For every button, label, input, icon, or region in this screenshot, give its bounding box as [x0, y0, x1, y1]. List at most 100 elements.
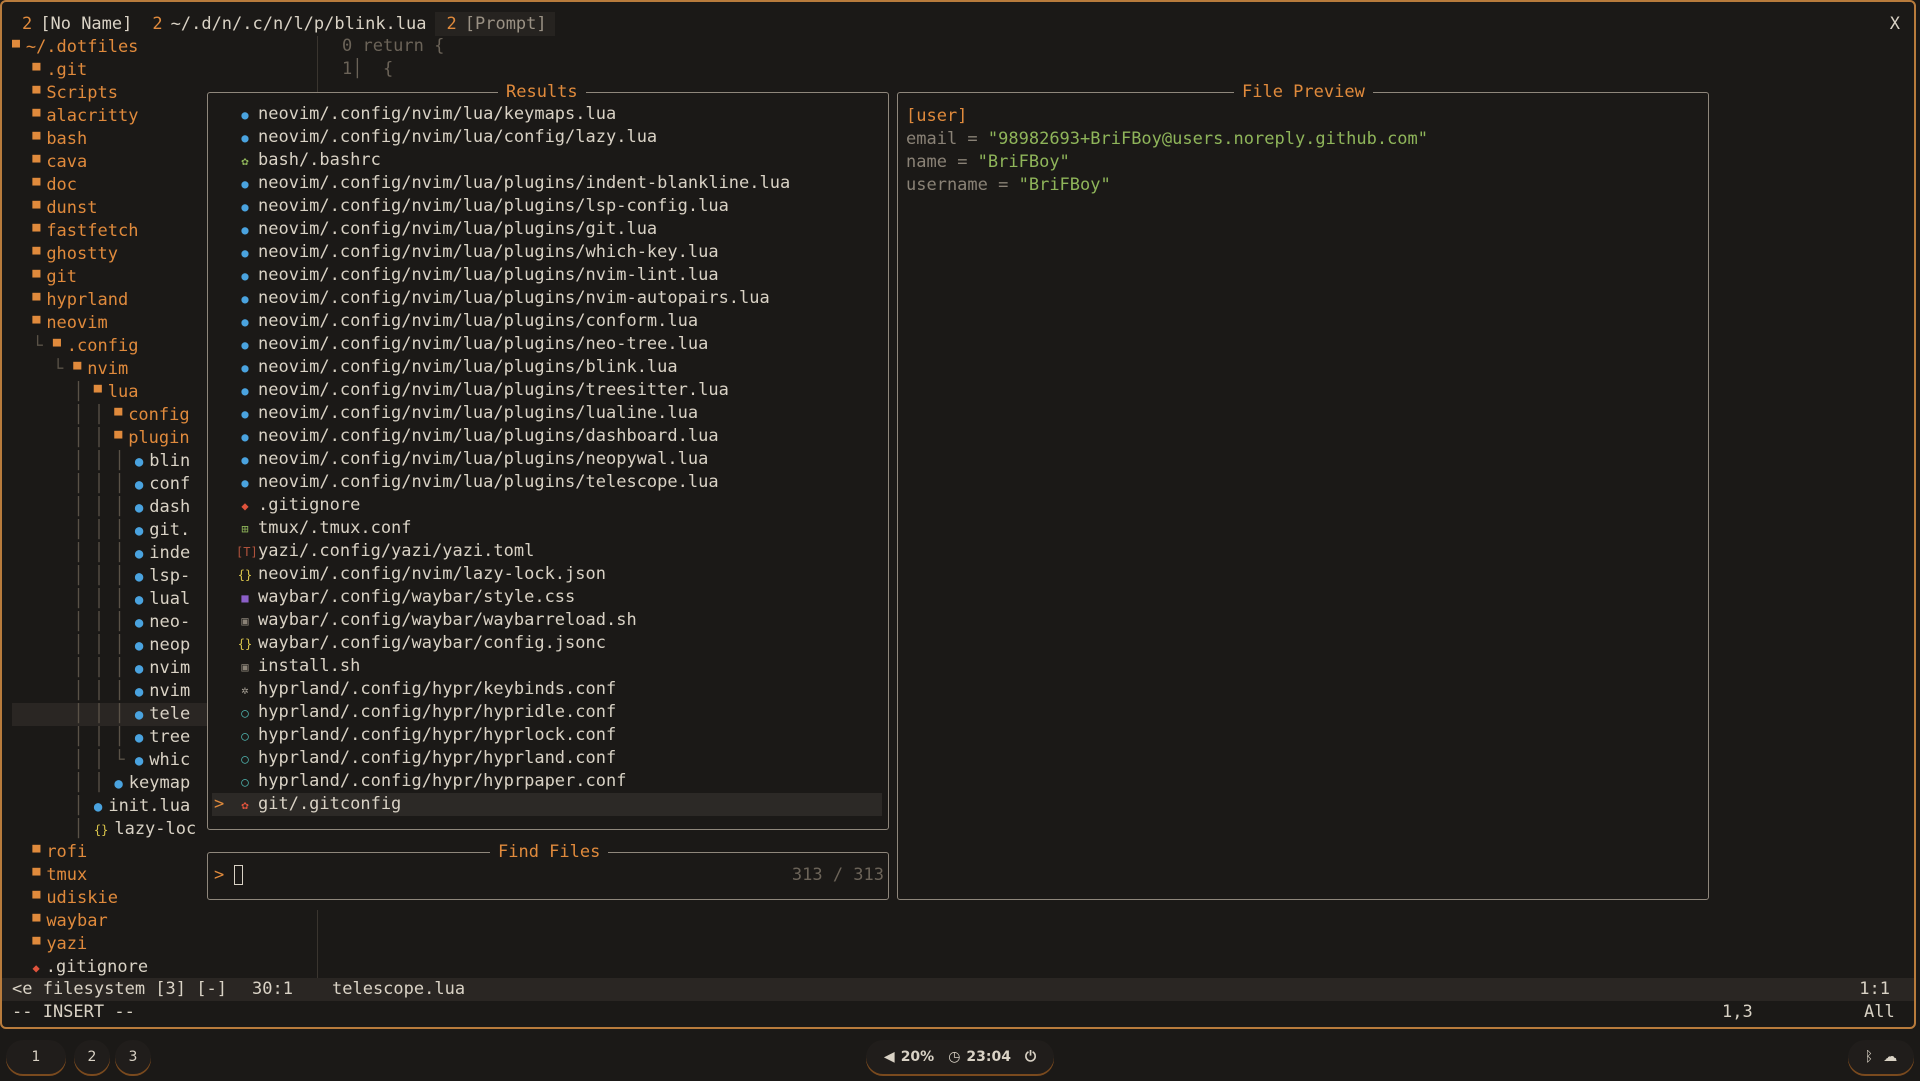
- result-item[interactable]: ● neovim/.config/nvim/lua/plugins/which-k…: [212, 241, 882, 264]
- power-icon[interactable]: ⏻: [1025, 1049, 1036, 1065]
- tree-indent-guide: [12, 83, 32, 103]
- result-item[interactable]: ● neovim/.config/nvim/lua/plugins/treesit…: [212, 379, 882, 402]
- tree-indent-guide: │: [12, 796, 94, 816]
- tab-label: [Prompt]: [464, 14, 547, 34]
- tree-item-label: lua: [107, 382, 139, 402]
- statusline-buffer: <e filesystem [3] [-]: [12, 979, 227, 999]
- preview-entry: username = "BriFBoy": [906, 174, 1111, 197]
- result-item[interactable]: ◯ hyprland/.config/hypr/hyprlock.conf: [212, 724, 882, 747]
- tree-indent-guide: │ │ │: [12, 635, 135, 655]
- tree-root[interactable]: ▀ ~/.dotfiles: [12, 36, 312, 59]
- results-panel: Results ● neovim/.config/nvim/lua/keymaps…: [207, 81, 889, 830]
- tree-item-label: doc: [46, 175, 78, 195]
- tree-indent-guide: [12, 842, 32, 862]
- selection-caret: >: [214, 794, 225, 814]
- result-item[interactable]: ✿ bash/.bashrc: [212, 149, 882, 172]
- folder-icon: ▀: [32, 179, 41, 194]
- lua-icon: ●: [241, 246, 249, 260]
- tree-item-label: .gitignore: [45, 957, 149, 977]
- result-item[interactable]: ◯ hyprland/.config/hypr/hypridle.conf: [212, 701, 882, 724]
- result-path: neovim/.config/nvim/lua/plugins/nvim-lin…: [258, 265, 719, 285]
- result-item[interactable]: ● neovim/.config/nvim/lua/keymaps.lua: [212, 103, 882, 126]
- result-item[interactable]: {} neovim/.config/nvim/lazy-lock.json: [212, 563, 882, 586]
- tree-item-label: fastfetch: [46, 221, 139, 241]
- shell-icon: ▣: [241, 660, 249, 674]
- tree-indent-guide: [12, 244, 32, 264]
- tree-item-label: cava: [46, 152, 88, 172]
- folder-icon: ▀: [32, 225, 41, 240]
- result-item[interactable]: ◯ hyprland/.config/hypr/hyprland.conf: [212, 747, 882, 770]
- preview-value: "98982693+BriFBoy@users.noreply.github.c…: [987, 129, 1429, 149]
- lua-icon: ●: [241, 292, 249, 306]
- tree-indent-guide: │ │ │: [12, 543, 135, 563]
- find-files-title: Find Files: [490, 841, 609, 863]
- result-item[interactable]: > ✿ git/.gitconfig: [212, 793, 882, 816]
- lua-icon: ●: [134, 707, 144, 723]
- statusline: <e filesystem [3] [-] 30:1 telescope.lua…: [2, 978, 1914, 1001]
- result-item[interactable]: [T]yazi/.config/yazi/yazi.toml: [212, 540, 882, 563]
- result-item[interactable]: {} waybar/.config/waybar/config.jsonc: [212, 632, 882, 655]
- close-tab-button[interactable]: X: [1890, 12, 1900, 36]
- lua-icon: ●: [134, 592, 144, 608]
- preview-key: email: [906, 129, 958, 149]
- git-icon: ◆: [32, 961, 40, 975]
- tab-no-name[interactable]: 2 [No Name]: [10, 12, 140, 36]
- volume-level[interactable]: 20%: [901, 1049, 935, 1065]
- statusline-file: telescope.lua: [332, 979, 466, 999]
- result-item[interactable]: ● neovim/.config/nvim/lua/plugins/nvim-au…: [212, 287, 882, 310]
- lua-icon: ●: [241, 338, 249, 352]
- folder-icon: ▀: [32, 915, 41, 930]
- result-path: neovim/.config/nvim/lua/plugins/telescop…: [258, 472, 719, 492]
- workspace-1-button[interactable]: 1: [6, 1040, 66, 1074]
- tree-item-label: git.: [149, 520, 191, 540]
- result-item[interactable]: ▣ waybar/.config/waybar/waybarreload.sh: [212, 609, 882, 632]
- result-item[interactable]: ▣ install.sh: [212, 655, 882, 678]
- bluetooth-icon[interactable]: ᛒ: [1865, 1049, 1873, 1065]
- tree-indent-guide: │ │ └: [12, 750, 135, 770]
- tab-blink-lua[interactable]: 2 ~/.d/n/.c/n/l/p/blink.lua: [140, 12, 434, 36]
- result-item[interactable]: ● neovim/.config/nvim/lua/plugins/blink.l…: [212, 356, 882, 379]
- tree-item-label: plugin: [128, 428, 190, 448]
- tree-indent-guide: [12, 60, 32, 80]
- result-item[interactable]: ◯ hyprland/.config/hypr/hyprpaper.conf: [212, 770, 882, 793]
- tree-item-label: .config: [66, 336, 139, 356]
- window-separator: [317, 910, 318, 978]
- result-item[interactable]: ● neovim/.config/nvim/lua/plugins/indent-…: [212, 172, 882, 195]
- workspace-3-button[interactable]: 3: [115, 1040, 151, 1074]
- result-item[interactable]: ● neovim/.config/nvim/lua/plugins/lsp-con…: [212, 195, 882, 218]
- tree-item[interactable]: ▀ .git: [12, 59, 312, 82]
- tab-prompt[interactable]: 2 [Prompt]: [434, 12, 555, 36]
- result-item[interactable]: ● neovim/.config/nvim/lua/plugins/git.lua: [212, 218, 882, 241]
- result-item[interactable]: ● neovim/.config/nvim/lua/config/lazy.lua: [212, 126, 882, 149]
- folder-icon: ▀: [32, 156, 41, 171]
- speaker-icon[interactable]: ◀: [884, 1049, 895, 1065]
- result-item[interactable]: ✲ hyprland/.config/hypr/keybinds.conf: [212, 678, 882, 701]
- tree-item[interactable]: ◆ .gitignore: [12, 956, 312, 979]
- tree-indent-guide: │ │: [12, 405, 115, 425]
- result-item[interactable]: ● neovim/.config/nvim/lua/plugins/neopywa…: [212, 448, 882, 471]
- result-item[interactable]: ⊞ tmux/.tmux.conf: [212, 517, 882, 540]
- search-input[interactable]: [234, 865, 243, 885]
- tray-icon[interactable]: ☁: [1883, 1049, 1897, 1065]
- result-item[interactable]: ● neovim/.config/nvim/lua/plugins/conform…: [212, 310, 882, 333]
- result-item[interactable]: ◆ .gitignore: [212, 494, 882, 517]
- result-path: tmux/.tmux.conf: [258, 518, 412, 538]
- workspace-label: 3: [128, 1049, 138, 1065]
- result-item[interactable]: ■ waybar/.config/waybar/style.css: [212, 586, 882, 609]
- tree-item[interactable]: ▀ yazi: [12, 933, 312, 956]
- result-item[interactable]: ● neovim/.config/nvim/lua/plugins/lualine…: [212, 402, 882, 425]
- tree-item-label: neo-: [149, 612, 191, 632]
- result-path: neovim/.config/nvim/lua/plugins/lsp-conf…: [258, 196, 729, 216]
- tree-item-label: lazy-loc: [114, 819, 197, 839]
- workspace-2-button[interactable]: 2: [74, 1040, 110, 1074]
- tree-indent-guide: [12, 129, 32, 149]
- lua-icon: ●: [134, 684, 144, 700]
- editor-line-0: 0 return {: [342, 36, 445, 56]
- editor-line-1: 1│ {: [342, 59, 394, 79]
- lua-icon: ●: [241, 407, 249, 421]
- result-item[interactable]: ● neovim/.config/nvim/lua/plugins/nvim-li…: [212, 264, 882, 287]
- result-item[interactable]: ● neovim/.config/nvim/lua/plugins/neo-tre…: [212, 333, 882, 356]
- result-item[interactable]: ● neovim/.config/nvim/lua/plugins/telesco…: [212, 471, 882, 494]
- result-item[interactable]: ● neovim/.config/nvim/lua/plugins/dashboa…: [212, 425, 882, 448]
- tree-item[interactable]: ▀ waybar: [12, 910, 312, 933]
